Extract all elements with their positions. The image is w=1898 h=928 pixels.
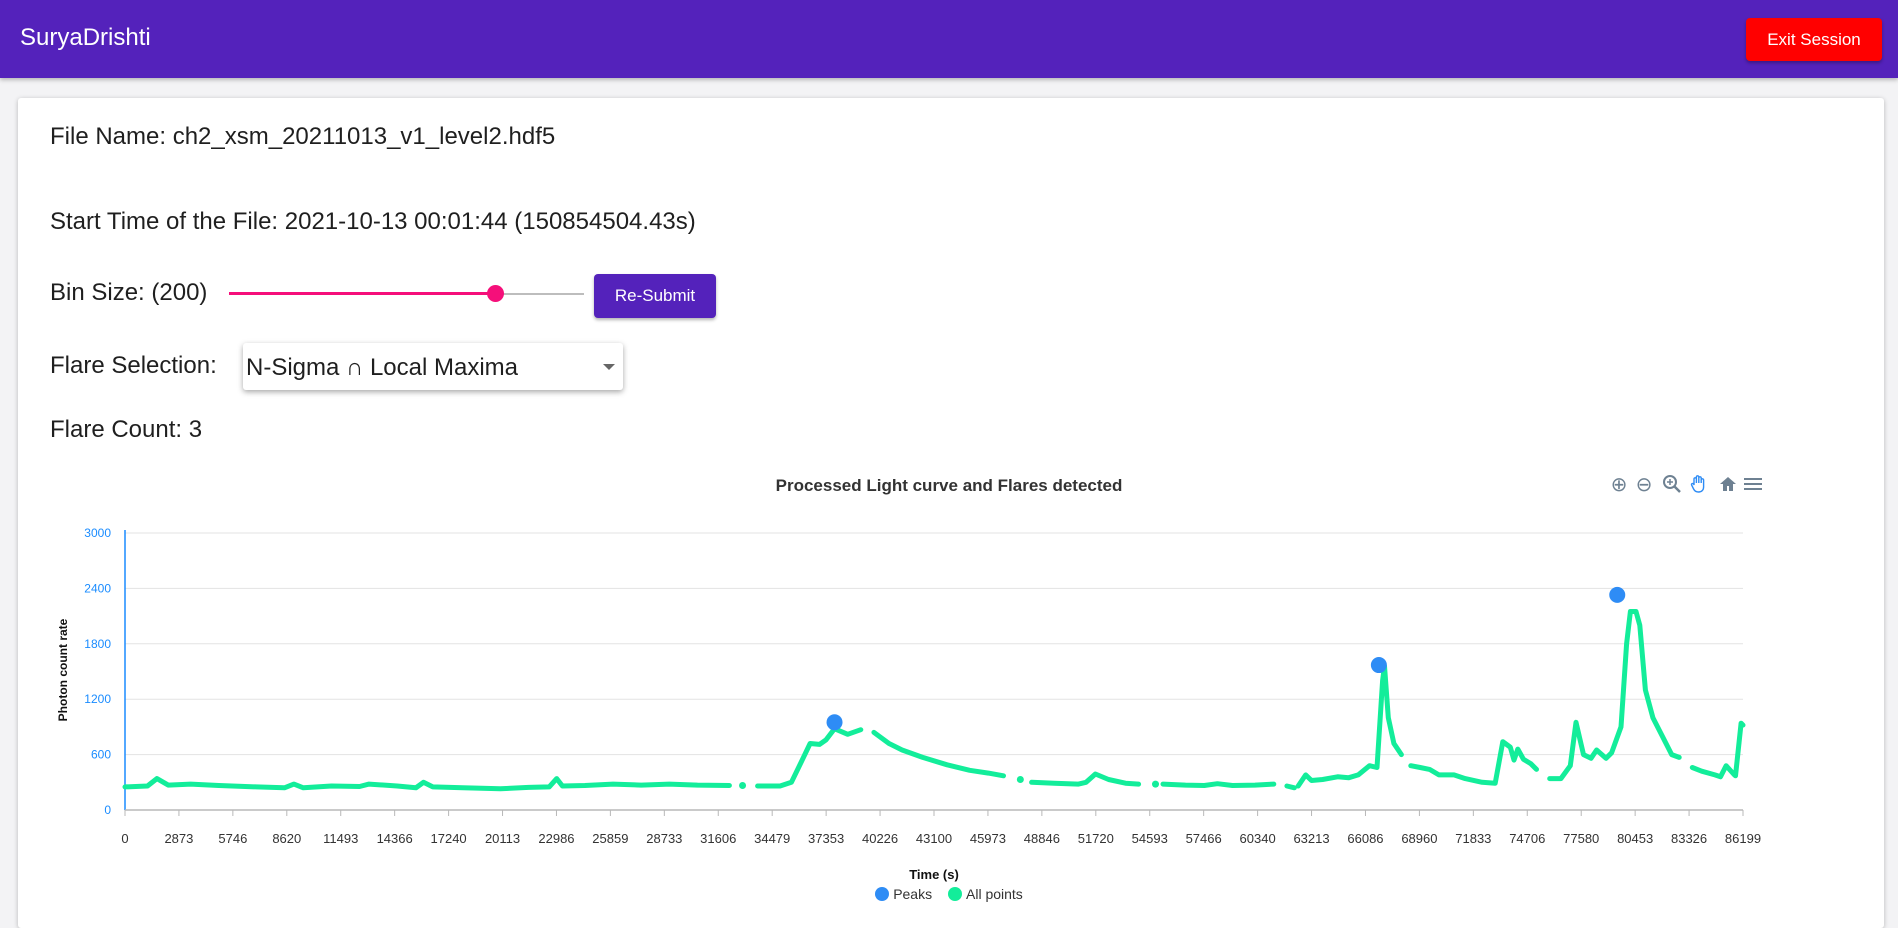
x-tick-label: 2873 [164,831,193,846]
x-tick-label: 25859 [592,831,628,846]
x-tick-label: 68960 [1401,831,1437,846]
x-tick-label: 60340 [1240,831,1276,846]
x-tick-label: 37353 [808,831,844,846]
y-tick-label: 1200 [84,692,111,706]
x-tick-label: 71833 [1455,831,1491,846]
x-tick-label: 40226 [862,831,898,846]
peak-point [826,714,843,731]
series-line-all-points [1547,609,1682,782]
series-line-all-points [122,776,732,792]
x-tick-label: 14366 [377,831,413,846]
legend-item-all-points[interactable]: All points [948,886,1023,902]
x-tick-label: 51720 [1078,831,1114,846]
x-axis-title: Time (s) [909,867,959,882]
series-line-all-points [755,726,864,789]
x-tick-label: 28733 [646,831,682,846]
x-tick-label: 20113 [485,831,520,846]
series-point-all-points [739,782,747,790]
series-line-all-points [1295,663,1404,789]
chart-legend: Peaks All points [0,886,1898,902]
legend-peaks-marker [875,887,890,901]
x-tick-label: 17240 [431,831,467,846]
x-tick-label: 74706 [1509,831,1545,846]
series-point-all-points [1152,780,1160,788]
legend-peaks-label: Peaks [893,886,933,902]
x-tick-label: 86199 [1725,831,1761,846]
x-tick-label: 80453 [1617,831,1653,846]
series-line-all-points [1408,739,1539,786]
x-tick-label: 83326 [1671,831,1707,846]
legend-all-points-marker [948,887,962,901]
y-tick-label: 0 [104,803,111,817]
x-tick-label: 57466 [1186,831,1222,846]
x-tick-label: 34479 [754,831,790,846]
x-tick-label: 8620 [272,831,301,846]
legend-item-peaks[interactable]: Peaks [875,886,932,902]
x-tick-label: 5746 [218,831,247,846]
x-tick-label: 11493 [323,831,358,846]
series-line-all-points [1689,720,1746,780]
y-tick-label: 2400 [84,581,111,595]
series-line-all-points [1284,783,1297,791]
x-tick-label: 22986 [538,831,574,846]
x-tick-label: 48846 [1024,831,1060,846]
series-line-all-points [1029,771,1142,787]
x-tick-label: 0 [121,831,128,846]
series-line-all-points [1160,781,1277,788]
x-tick-label: 66086 [1347,831,1383,846]
series-point-all-points [1016,776,1024,784]
y-tick-label: 600 [91,748,111,762]
y-tick-label: 1800 [84,637,111,651]
x-tick-label: 63213 [1293,831,1329,846]
x-tick-label: 43100 [916,831,952,846]
y-axis-title: Photon count rate [56,618,70,721]
peak-point [1609,586,1626,603]
light-curve-chart[interactable]: 0 600 1200 1800 2400 3000 0 2873 5746 8620 11493 14… [0,0,1898,915]
y-tick-label: 3000 [84,526,111,540]
x-tick-label: 77580 [1563,831,1599,846]
legend-all-points-label: All points [966,886,1023,902]
x-tick-label: 54593 [1132,831,1168,846]
x-tick-label: 45973 [970,831,1006,846]
x-tick-label: 31606 [700,831,736,846]
peak-point [1370,657,1387,674]
